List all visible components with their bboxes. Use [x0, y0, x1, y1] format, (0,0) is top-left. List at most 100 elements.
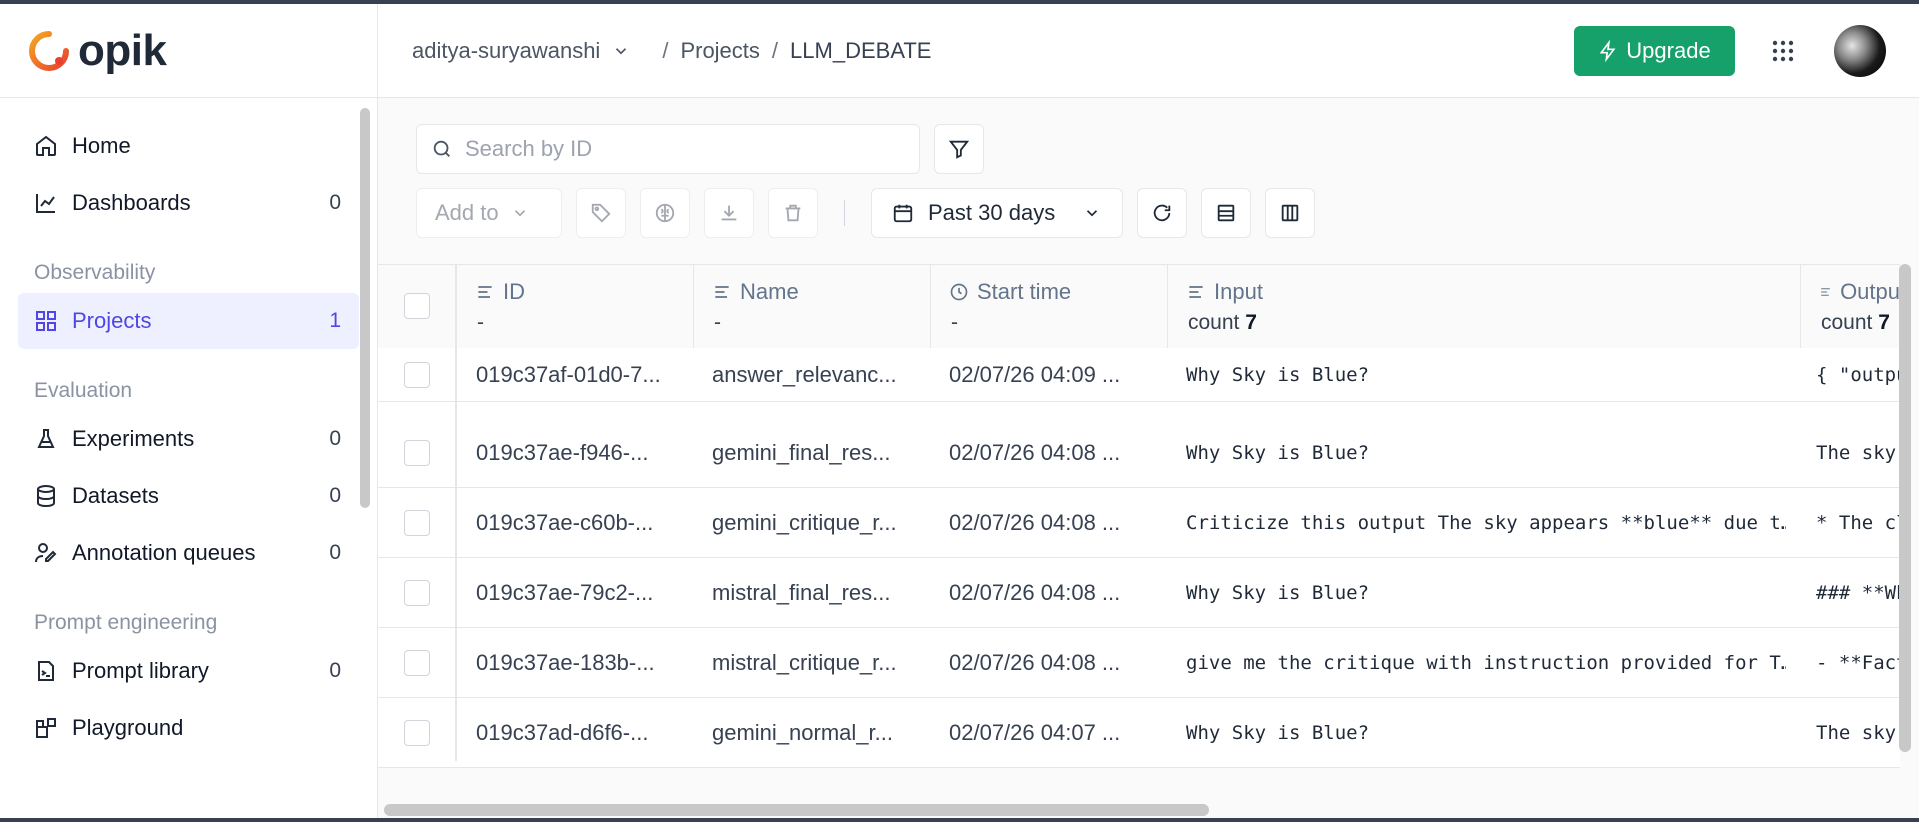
cell-output: * The cl	[1816, 512, 1900, 534]
sidebar-item-projects[interactable]: Projects 1	[18, 293, 359, 349]
row-checkbox[interactable]	[404, 362, 430, 388]
sidebar-item-count: 0	[329, 427, 341, 450]
delete-button[interactable]	[768, 188, 818, 238]
cell-name: gemini_critique_r...	[712, 510, 897, 535]
refresh-button[interactable]	[1137, 188, 1187, 238]
row-height-button[interactable]	[1201, 188, 1251, 238]
date-range-picker[interactable]: Past 30 days	[871, 188, 1123, 238]
table-horizontal-scrollbar[interactable]	[384, 804, 1209, 816]
row-checkbox[interactable]	[404, 580, 430, 606]
column-header-id[interactable]: ID -	[456, 265, 693, 352]
section-title-prompt-engineering: Prompt engineering	[34, 611, 218, 634]
sidebar-item-label: Dashboards	[72, 190, 191, 215]
columns-icon	[1281, 204, 1299, 222]
sidebar: opik Home Dashboards 0 Observability Pro…	[0, 4, 378, 822]
top-header: aditya-suryawanshi / Projects / LLM_DEBA…	[378, 4, 1919, 98]
sidebar-item-playground[interactable]: Playground	[18, 700, 359, 756]
download-icon	[721, 205, 737, 221]
cell-input: Why Sky is Blue?	[1186, 442, 1370, 464]
columns-button[interactable]	[1265, 188, 1315, 238]
toolbar-divider	[844, 200, 845, 226]
sidebar-item-count: 0	[329, 191, 341, 214]
upgrade-button[interactable]: Upgrade	[1574, 26, 1735, 76]
cell-output: The sky	[1816, 442, 1897, 464]
column-stat: -	[714, 311, 721, 334]
table-header: ID - Name - Start time - Input count 7 O…	[378, 265, 1900, 352]
chevron-down-icon[interactable]	[612, 42, 630, 60]
home-icon	[34, 134, 58, 158]
sidebar-scrollbar[interactable]	[360, 108, 370, 508]
main-content: Search by ID Add to Past 30 days ID - Na…	[378, 98, 1919, 822]
cell-input: give me the critique with instruction pr…	[1186, 652, 1786, 674]
breadcrumb-separator: /	[662, 37, 669, 63]
column-stat: -	[477, 311, 484, 334]
table-row[interactable]: 019c37ae-183b-... mistral_critique_r... 02…	[378, 628, 1900, 698]
tag-button[interactable]	[576, 188, 626, 238]
cell-input: Criticize this output The sky appears **…	[1186, 512, 1786, 534]
add-to-label: Add to	[435, 200, 499, 225]
column-header-output[interactable]: Outpu count 7	[1800, 265, 1900, 352]
table-row[interactable]: 019c37ad-d6f6-... gemini_normal_r... 02/07…	[378, 698, 1900, 768]
filter-icon	[948, 140, 970, 159]
column-stat-label: count	[1188, 311, 1240, 334]
column-stat: count 7	[1168, 311, 1800, 335]
section-title-observability: Observability	[34, 261, 156, 284]
table-vertical-scrollbar[interactable]	[1899, 264, 1911, 752]
cell-id: 019c37ae-79c2-...	[476, 580, 654, 605]
tag-icon	[591, 203, 611, 223]
annotation-icon	[34, 541, 58, 565]
cell-name: mistral_critique_r...	[712, 650, 897, 675]
column-stat: count 7	[1801, 311, 1900, 335]
table-row[interactable]: 019c37ae-f946-... gemini_final_res... 02/0…	[378, 418, 1900, 488]
sidebar-item-prompt-library[interactable]: Prompt library 0	[18, 643, 359, 699]
column-label: ID	[503, 279, 525, 304]
filter-button[interactable]	[934, 124, 984, 174]
sidebar-item-label: Playground	[72, 715, 184, 740]
cell-id: 019c37ae-c60b-...	[476, 510, 654, 535]
workspace-selector[interactable]: aditya-suryawanshi	[412, 38, 600, 64]
sidebar-item-label: Projects	[72, 308, 152, 333]
download-button[interactable]	[704, 188, 754, 238]
sidebar-nav: Home Dashboards 0 Observability Projects…	[0, 98, 377, 756]
trash-icon	[785, 204, 801, 222]
add-to-dropdown[interactable]: Add to	[416, 188, 562, 238]
table-row[interactable]: 019c37ae-c60b-... gemini_critique_r... 02/…	[378, 488, 1900, 558]
avatar[interactable]	[1834, 25, 1886, 77]
cell-input: Why Sky is Blue?	[1186, 364, 1370, 386]
cell-output: ### **Wh	[1816, 582, 1900, 604]
search-input[interactable]: Search by ID	[416, 124, 920, 174]
evaluate-button[interactable]	[640, 188, 690, 238]
chevron-down-icon	[1087, 210, 1098, 217]
column-stat-value: 7	[1878, 311, 1890, 334]
row-checkbox[interactable]	[404, 440, 430, 466]
cell-output: The sky	[1816, 722, 1897, 744]
sidebar-item-annotation-queues[interactable]: Annotation queues 0	[18, 525, 359, 581]
column-header-input[interactable]: Input count 7	[1167, 265, 1800, 352]
sidebar-item-dashboards[interactable]: Dashboards 0	[18, 175, 359, 231]
column-header-start-time[interactable]: Start time -	[930, 265, 1167, 352]
breadcrumb-projects[interactable]: Projects	[680, 38, 759, 64]
brain-icon	[655, 203, 675, 223]
window-bottom-border	[0, 818, 1919, 822]
sidebar-item-count: 1	[329, 309, 341, 332]
table-row[interactable]: 019c37ae-79c2-... mistral_final_res... 02/…	[378, 558, 1900, 628]
logo[interactable]: opik	[0, 4, 377, 98]
cell-start-time: 02/07/26 04:07 ...	[949, 720, 1121, 745]
row-checkbox[interactable]	[404, 720, 430, 746]
row-checkbox[interactable]	[404, 510, 430, 536]
row-checkbox[interactable]	[404, 650, 430, 676]
cell-id: 019c37ae-183b-...	[476, 650, 655, 675]
text-column-icon	[1821, 288, 1830, 296]
apps-grid-icon[interactable]	[1772, 40, 1794, 62]
sidebar-item-datasets[interactable]: Datasets 0	[18, 468, 359, 524]
sidebar-item-count: 0	[329, 659, 341, 682]
column-label: Name	[740, 279, 799, 304]
sidebar-item-home[interactable]: Home	[18, 118, 359, 174]
table-row[interactable]: 019c37af-01d0-7... answer_relevanc... 02/0…	[378, 348, 1900, 402]
select-all-checkbox[interactable]	[404, 293, 430, 319]
sidebar-item-experiments[interactable]: Experiments 0	[18, 411, 359, 467]
column-label: Outpu	[1840, 279, 1900, 304]
column-header-name[interactable]: Name -	[693, 265, 930, 352]
bolt-icon	[1599, 40, 1616, 62]
cell-output: - **Fact	[1816, 652, 1900, 674]
